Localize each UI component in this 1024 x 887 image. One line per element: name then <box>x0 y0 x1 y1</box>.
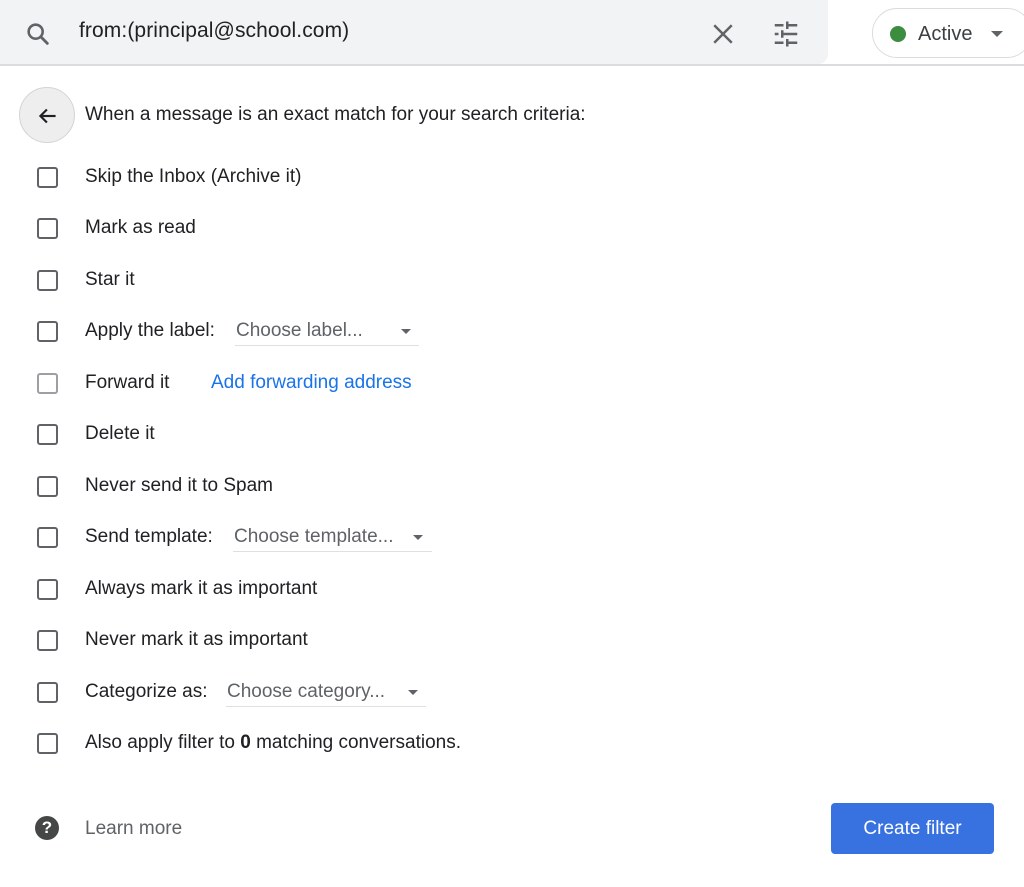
option-label: Categorize as: <box>85 681 208 702</box>
option-label: Also apply filter to 0 matching conversa… <box>85 732 461 754</box>
option-delete-it: Delete it <box>0 415 1024 455</box>
never-important-checkbox[interactable] <box>37 630 58 651</box>
option-mark-read: Mark as read <box>0 209 1024 249</box>
never-spam-checkbox[interactable] <box>37 476 58 497</box>
option-apply-label: Apply the label: Choose label... <box>0 312 1024 352</box>
help-icon[interactable]: ? <box>35 816 59 840</box>
skip-inbox-checkbox[interactable] <box>37 167 58 188</box>
tune-icon[interactable] <box>770 19 802 49</box>
option-label: Mark as read <box>85 217 196 238</box>
categorize-checkbox[interactable] <box>37 682 58 703</box>
arrow-back-icon <box>38 108 56 124</box>
category-dropdown[interactable]: Choose category... <box>226 679 426 707</box>
option-label: Delete it <box>85 423 155 444</box>
option-label: Apply the label: <box>85 320 215 341</box>
option-forward-it: Forward it Add forwarding address <box>0 364 1024 404</box>
option-label: Never send it to Spam <box>85 475 273 496</box>
option-send-template: Send template: Choose template... <box>0 518 1024 558</box>
status-label: Active <box>918 23 973 45</box>
send-template-checkbox[interactable] <box>37 527 58 548</box>
search-input[interactable]: from:(principal@school.com) <box>79 19 349 43</box>
chevron-down-icon <box>408 690 418 695</box>
option-star-it: Star it <box>0 261 1024 301</box>
apply-label-checkbox[interactable] <box>37 321 58 342</box>
chevron-down-icon <box>991 31 1003 37</box>
delete-it-checkbox[interactable] <box>37 424 58 445</box>
chevron-down-icon <box>413 535 423 540</box>
option-apply-existing: Also apply filter to 0 matching conversa… <box>0 724 1024 764</box>
top-bar: from:(principal@school.com) Active <box>0 0 1024 66</box>
option-never-spam: Never send it to Spam <box>0 467 1024 507</box>
search-icon[interactable] <box>24 20 52 48</box>
back-button[interactable] <box>19 87 75 143</box>
close-icon[interactable] <box>708 19 738 49</box>
learn-more-link[interactable]: Learn more <box>85 818 182 840</box>
star-it-checkbox[interactable] <box>37 270 58 291</box>
label-dropdown[interactable]: Choose label... <box>235 318 419 346</box>
option-categorize: Categorize as: Choose category... <box>0 673 1024 713</box>
category-dropdown-value: Choose category... <box>227 681 386 702</box>
divider <box>0 64 1024 66</box>
apply-existing-checkbox[interactable] <box>37 733 58 754</box>
label-dropdown-value: Choose label... <box>236 320 363 341</box>
option-always-important: Always mark it as important <box>0 570 1024 610</box>
option-label: Skip the Inbox (Archive it) <box>85 166 302 187</box>
search-bar[interactable]: from:(principal@school.com) <box>0 0 828 64</box>
status-dropdown[interactable]: Active <box>872 8 1024 58</box>
template-dropdown-value: Choose template... <box>234 526 394 547</box>
create-filter-button[interactable]: Create filter <box>831 803 994 854</box>
always-important-checkbox[interactable] <box>37 579 58 600</box>
forward-it-checkbox[interactable] <box>37 373 58 394</box>
option-label: Forward it <box>85 372 170 393</box>
option-skip-inbox: Skip the Inbox (Archive it) <box>0 158 1024 198</box>
apply-existing-prefix: Also apply filter to <box>85 732 235 753</box>
option-label: Send template: <box>85 526 213 547</box>
chevron-down-icon <box>401 329 411 334</box>
template-dropdown[interactable]: Choose template... <box>233 524 432 552</box>
filter-intro-text: When a message is an exact match for you… <box>85 104 586 125</box>
option-label: Never mark it as important <box>85 629 308 650</box>
mark-read-checkbox[interactable] <box>37 218 58 239</box>
add-forwarding-address-link[interactable]: Add forwarding address <box>211 372 412 394</box>
option-label: Star it <box>85 269 135 290</box>
matching-count: 0 <box>240 732 251 753</box>
option-never-important: Never mark it as important <box>0 621 1024 661</box>
apply-existing-suffix: matching conversations. <box>256 732 461 753</box>
status-dot-icon <box>890 26 906 42</box>
option-label: Always mark it as important <box>85 578 318 599</box>
